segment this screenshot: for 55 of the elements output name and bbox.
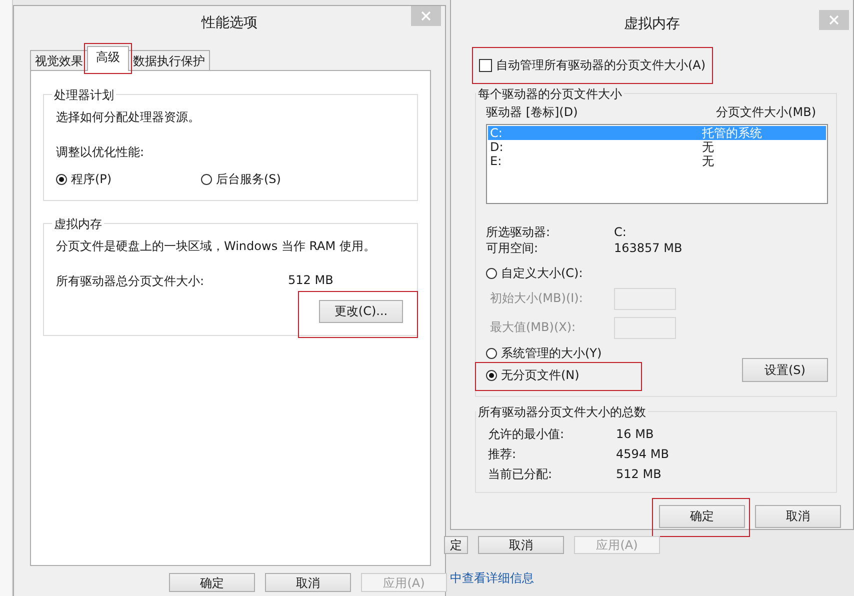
column-header: 驱动器 [卷标](D) [486, 104, 578, 121]
dialog-button[interactable]: 确定 [169, 573, 255, 592]
total-value: 512 MB [616, 467, 662, 481]
group-title: 所有驱动器分页文件大小的总数 [476, 404, 648, 421]
details-link[interactable]: 中查看详细信息 [450, 570, 534, 587]
paging-size: 无 [702, 154, 714, 168]
dialog-button[interactable]: 定 [444, 536, 468, 554]
close-icon [421, 11, 431, 21]
radio-option[interactable]: 系统管理的大小(Y) [486, 344, 602, 362]
prompt-text: 调整以优化性能: [56, 144, 146, 161]
total-value: 16 MB [616, 427, 654, 441]
change-button[interactable]: 更改(C)... [319, 300, 403, 323]
group-title: 虚拟内存 [52, 216, 104, 233]
field-label: 初始大小(MB)(I): [490, 290, 584, 307]
drive-row[interactable]: D: 无 [488, 140, 826, 154]
dialog-button[interactable]: 取消 [478, 536, 564, 554]
field-label: 最大值(MB)(X): [490, 319, 577, 336]
drive-name: E: [490, 154, 503, 168]
radio-option[interactable]: 程序(P) [56, 171, 201, 188]
total-value: 4594 MB [616, 447, 669, 461]
total-label: 允许的最小值: [488, 426, 566, 442]
close-icon [829, 15, 839, 25]
group-title: 每个驱动器的分页文件大小 [476, 86, 624, 103]
info-value: C: [614, 225, 626, 239]
info-label: 可用空间: [486, 240, 540, 256]
close-button[interactable] [411, 6, 441, 26]
info-value: 163857 MB [614, 241, 682, 255]
tab[interactable]: 视觉效果 [30, 50, 88, 70]
drive-name: D: [490, 140, 504, 154]
set-button[interactable]: 设置(S) [742, 358, 828, 382]
description-text: 分页文件是硬盘上的一块区域，Windows 当作 RAM 使用。 [56, 238, 376, 255]
info-label: 所选驱动器: [486, 224, 552, 240]
window-title: 虚拟内存 [624, 15, 680, 33]
total-label: 所有驱动器总分页文件大小: [56, 273, 206, 290]
auto-manage-checkbox[interactable]: 自动管理所有驱动器的分页文件大小(A) [479, 54, 706, 77]
tab[interactable]: 数据执行保护 [128, 50, 210, 70]
total-value: 512 MB [288, 273, 334, 289]
tab[interactable]: 高级 [87, 46, 129, 71]
radio-option[interactable]: 无分页文件(N) [486, 366, 580, 384]
drive-row[interactable]: E: 无 [488, 154, 826, 168]
drive-name: C: [490, 126, 504, 140]
column-header: 分页文件大小(MB) [716, 104, 816, 121]
dialog-button[interactable]: 取消 [265, 573, 351, 592]
total-label: 当前已分配: [488, 466, 554, 482]
paging-size: 托管的系统 [702, 126, 762, 140]
group-title: 处理器计划 [52, 87, 116, 104]
window-title: 性能选项 [202, 14, 258, 32]
dialog-button[interactable]: 确定 [659, 505, 745, 528]
description-text: 选择如何分配处理器资源。 [56, 109, 201, 126]
paging-size: 无 [702, 140, 714, 154]
radio-option[interactable]: 自定义大小(C): [486, 264, 583, 282]
radio-option[interactable]: 后台服务(S) [201, 171, 346, 188]
close-button[interactable] [819, 10, 849, 30]
dialog-button[interactable]: 取消 [755, 505, 841, 528]
total-label: 推荐: [488, 446, 518, 462]
